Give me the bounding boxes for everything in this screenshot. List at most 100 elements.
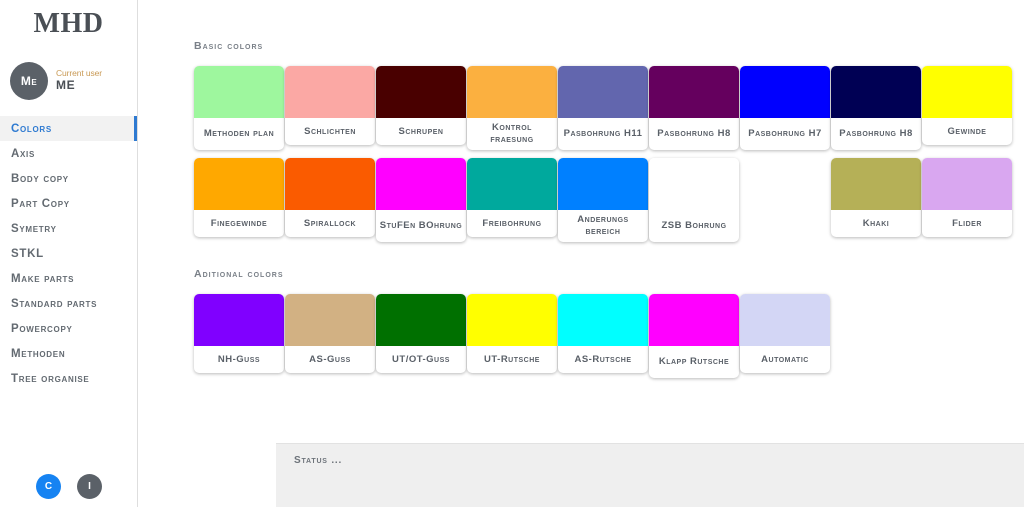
color-grid: Methoden plan Schlichten Schrupen Kontrol f… bbox=[194, 66, 1024, 250]
sidebar: MHD Me Current user ME Colors Axis Body co… bbox=[0, 0, 138, 507]
sidebar-nav: Colors Axis Body copy Part Copy Symetry STKL M… bbox=[0, 116, 137, 391]
sections-container: Basic colors Methoden plan Schlichten Schru… bbox=[138, 0, 1024, 386]
sidebar-item-colors[interactable]: Colors bbox=[0, 116, 137, 141]
color-swatch bbox=[558, 294, 648, 346]
sidebar-item-make-parts[interactable]: Make parts bbox=[0, 266, 137, 291]
color-card[interactable]: Anderungs bereich bbox=[558, 158, 648, 242]
color-card-label: Kontrol fraesung bbox=[490, 122, 534, 145]
color-swatch bbox=[831, 66, 921, 118]
color-swatch bbox=[194, 66, 284, 118]
color-section: Aditional colors NH-Guss AS-Guss UT/OT-Guss… bbox=[194, 268, 1024, 386]
color-card[interactable]: ZSB Bohrung bbox=[649, 158, 739, 242]
color-swatch bbox=[649, 294, 739, 346]
color-card-label: Schrupen bbox=[398, 125, 444, 137]
color-card-label: Khaki bbox=[862, 217, 890, 229]
color-card-label: Finegewinde bbox=[210, 217, 268, 229]
sidebar-item-label: Axis bbox=[11, 147, 35, 160]
main-content: Basic colors Methoden plan Schlichten Schru… bbox=[138, 0, 1024, 507]
color-card[interactable]: Khaki bbox=[831, 158, 921, 237]
color-swatch bbox=[831, 158, 921, 210]
color-card[interactable]: UT/OT-Guss bbox=[376, 294, 466, 373]
color-card[interactable]: Gewinde bbox=[922, 66, 1012, 145]
color-swatch bbox=[194, 294, 284, 346]
color-swatch bbox=[649, 158, 739, 210]
color-card[interactable]: Flider bbox=[922, 158, 1012, 237]
color-section: Basic colors Methoden plan Schlichten Schru… bbox=[194, 40, 1024, 250]
color-card-label: Anderungs bereich bbox=[577, 214, 629, 237]
color-swatch bbox=[558, 66, 648, 118]
user-name: ME bbox=[56, 77, 76, 92]
sidebar-item-label: STKL bbox=[11, 247, 44, 260]
section-title: Aditional colors bbox=[194, 268, 284, 280]
app-root: MHD Me Current user ME Colors Axis Body co… bbox=[0, 0, 1024, 507]
color-card[interactable]: Pasbohrung H11 bbox=[558, 66, 648, 150]
color-card-label: Gewinde bbox=[947, 125, 987, 137]
color-card[interactable]: Schlichten bbox=[285, 66, 375, 145]
color-card-label: UT/OT-Guss bbox=[392, 353, 450, 365]
color-swatch bbox=[376, 158, 466, 210]
color-card[interactable]: Pasbohrung H7 bbox=[740, 66, 830, 150]
sidebar-item-standard-parts[interactable]: Standard parts bbox=[0, 291, 137, 316]
sidebar-item-symetry[interactable]: Symetry bbox=[0, 216, 137, 241]
color-swatch bbox=[558, 158, 648, 210]
color-card[interactable]: Schrupen bbox=[376, 66, 466, 145]
sidebar-item-label: Methoden bbox=[11, 347, 66, 360]
color-card[interactable]: Automatic bbox=[740, 294, 830, 373]
color-card-label: Pasbohrung H11 bbox=[563, 128, 643, 140]
color-card-label: Freibohrung bbox=[482, 217, 542, 229]
color-swatch bbox=[285, 158, 375, 210]
color-card-label: Pasbohrung H8 bbox=[839, 128, 913, 140]
color-grid: NH-Guss AS-Guss UT/OT-Guss UT-Rutsche AS-Rut… bbox=[194, 294, 1024, 386]
color-card-label: ZSB Bohrung bbox=[661, 220, 727, 232]
color-swatch bbox=[467, 294, 557, 346]
dock-button-c[interactable]: C bbox=[36, 474, 61, 499]
color-swatch bbox=[922, 158, 1012, 210]
color-card-label: Schlichten bbox=[304, 125, 356, 137]
status-text: Status ... bbox=[294, 455, 343, 466]
color-card-label: StuFEn BOhrung bbox=[379, 220, 463, 232]
color-card[interactable]: Kontrol fraesung bbox=[467, 66, 557, 150]
section-title: Basic colors bbox=[194, 40, 264, 52]
dock-button-i[interactable]: I bbox=[77, 474, 102, 499]
sidebar-item-label: Symetry bbox=[11, 222, 57, 235]
color-card[interactable]: UT-Rutsche bbox=[467, 294, 557, 373]
sidebar-item-label: Body copy bbox=[11, 172, 69, 185]
color-card[interactable]: AS-Guss bbox=[285, 294, 375, 373]
color-card[interactable]: Klapp Rutsche bbox=[649, 294, 739, 378]
sidebar-item-label: Powercopy bbox=[11, 322, 73, 335]
color-card[interactable]: AS-Rutsche bbox=[558, 294, 648, 373]
color-swatch bbox=[285, 294, 375, 346]
sidebar-item-label: Make parts bbox=[11, 272, 75, 285]
sidebar-item-part-copy[interactable]: Part Copy bbox=[0, 191, 137, 216]
color-swatch bbox=[376, 294, 466, 346]
sidebar-item-label: Colors bbox=[11, 122, 52, 135]
sidebar-item-methoden[interactable]: Methoden bbox=[0, 341, 137, 366]
color-card-label: UT-Rutsche bbox=[484, 353, 540, 365]
color-card-label: Methoden plan bbox=[203, 128, 275, 140]
current-user-block[interactable]: Me Current user ME bbox=[0, 44, 137, 106]
sidebar-item-powercopy[interactable]: Powercopy bbox=[0, 316, 137, 341]
color-card[interactable]: Methoden plan bbox=[194, 66, 284, 150]
avatar: Me bbox=[10, 62, 48, 100]
color-card-label: AS-Rutsche bbox=[574, 353, 632, 365]
color-card[interactable]: Finegewinde bbox=[194, 158, 284, 237]
sidebar-item-label: Standard parts bbox=[11, 297, 98, 310]
sidebar-item-body-copy[interactable]: Body copy bbox=[0, 166, 137, 191]
color-card[interactable]: Pasbohrung H8 bbox=[649, 66, 739, 150]
sidebar-item-tree-organise[interactable]: Tree organise bbox=[0, 366, 137, 391]
color-swatch bbox=[740, 294, 830, 346]
color-card[interactable]: Pasbohrung H8 bbox=[831, 66, 921, 150]
color-card[interactable]: Freibohrung bbox=[467, 158, 557, 237]
color-card[interactable]: NH-Guss bbox=[194, 294, 284, 373]
color-swatch bbox=[467, 158, 557, 210]
color-swatch bbox=[922, 66, 1012, 118]
status-bar: Status ... bbox=[276, 443, 1024, 507]
color-card-label: Klapp Rutsche bbox=[658, 356, 730, 368]
user-text: Current user ME bbox=[56, 68, 102, 93]
color-card[interactable]: Spirallock bbox=[285, 158, 375, 237]
color-card-label: AS-Guss bbox=[309, 353, 351, 365]
sidebar-item-axis[interactable]: Axis bbox=[0, 141, 137, 166]
color-card[interactable]: StuFEn BOhrung bbox=[376, 158, 466, 242]
color-swatch bbox=[376, 66, 466, 118]
sidebar-item-stkl[interactable]: STKL bbox=[0, 241, 137, 266]
